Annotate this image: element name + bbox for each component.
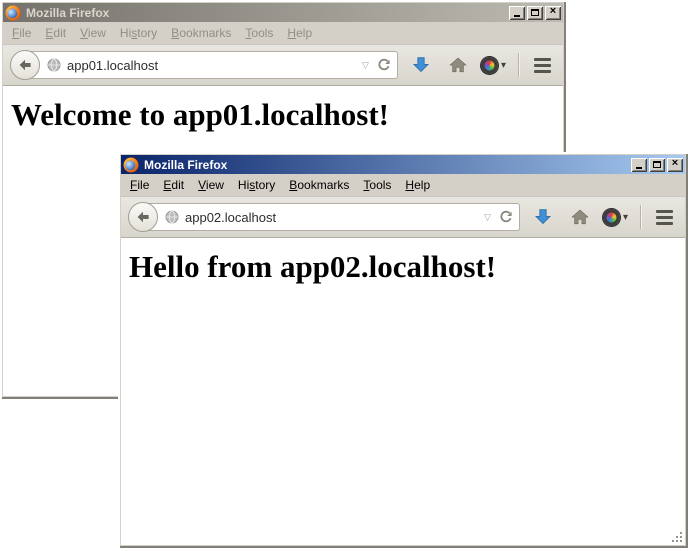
firefox-logo-icon [123,157,139,173]
resize-grip-icon [671,531,684,544]
url-input[interactable] [67,58,355,73]
back-button[interactable] [10,50,40,80]
open-menu-button[interactable] [650,203,678,231]
firefox-logo-icon [5,5,21,21]
minimize-icon [636,167,642,169]
menu-help[interactable]: Help [398,175,437,195]
window-title: Mozilla Firefox [24,6,506,20]
menu-file[interactable]: File [5,23,38,43]
url-bar[interactable]: ▽ [142,203,520,231]
open-menu-button[interactable] [528,51,556,79]
page-heading: Hello from app02.localhost! [129,249,677,285]
window-title: Mozilla Firefox [142,158,628,172]
page-heading: Welcome to app01.localhost! [11,97,555,133]
maximize-button[interactable] [527,6,543,20]
downloads-button[interactable] [529,203,557,231]
menu-help[interactable]: Help [280,23,319,43]
menu-file[interactable]: File [123,175,156,195]
download-arrow-icon [534,208,552,226]
reload-icon[interactable] [376,57,392,73]
back-arrow-icon [135,209,151,225]
globe-icon [164,209,180,225]
toolbar-separator [518,53,519,77]
navigation-toolbar: ▽ ▾ [3,44,563,86]
url-bar[interactable]: ▽ [24,51,398,79]
menu-view[interactable]: View [191,175,231,195]
addon-colorwheel-button[interactable]: ▾ [481,51,506,79]
menu-bookmarks[interactable]: Bookmarks [282,175,356,195]
resize-grip[interactable] [671,531,684,544]
menu-history[interactable]: History [231,175,282,195]
desktop: { "chrome": { "urlbar_dropdown_glyph": "… [0,0,688,551]
addon-colorwheel-button[interactable]: ▾ [603,203,628,231]
chevron-down-icon: ▾ [501,60,506,71]
home-icon [449,56,467,74]
hamburger-icon [656,210,673,225]
minimize-button[interactable] [509,6,525,20]
maximize-icon [653,161,661,168]
close-button[interactable]: × [545,6,561,20]
back-button[interactable] [128,202,158,232]
navigation-toolbar: ▽ ▾ [121,196,685,238]
menu-history[interactable]: History [113,23,164,43]
menu-edit[interactable]: Edit [38,23,73,43]
browser-window-app02: Mozilla Firefox × File Edit View History… [118,152,688,548]
urlbar-dropdown-icon[interactable]: ▽ [482,212,493,223]
hamburger-icon [534,58,551,73]
menu-bar: File Edit View History Bookmarks Tools H… [3,22,563,44]
minimize-icon [514,15,520,17]
home-icon [571,208,589,226]
maximize-button[interactable] [649,158,665,172]
colorwheel-icon [603,209,620,226]
colorwheel-icon [481,57,498,74]
titlebar[interactable]: Mozilla Firefox × [121,155,685,174]
urlbar-dropdown-icon[interactable]: ▽ [360,60,371,71]
menu-tools[interactable]: Tools [238,23,280,43]
menu-bar: File Edit View History Bookmarks Tools H… [121,174,685,196]
menu-edit[interactable]: Edit [156,175,191,195]
back-arrow-icon [17,57,33,73]
close-icon: × [550,6,556,17]
close-button[interactable]: × [667,158,683,172]
download-arrow-icon [412,56,430,74]
menu-view[interactable]: View [73,23,113,43]
url-input[interactable] [185,210,477,225]
globe-icon [46,57,62,73]
home-button[interactable] [566,203,594,231]
menu-tools[interactable]: Tools [356,175,398,195]
titlebar[interactable]: Mozilla Firefox × [3,3,563,22]
home-button[interactable] [444,51,472,79]
toolbar-separator [640,205,641,229]
page-content: Hello from app02.localhost! [121,238,685,545]
menu-bookmarks[interactable]: Bookmarks [164,23,238,43]
close-icon: × [672,158,678,169]
minimize-button[interactable] [631,158,647,172]
reload-icon[interactable] [498,209,514,225]
maximize-icon [531,9,539,16]
chevron-down-icon: ▾ [623,212,628,223]
downloads-button[interactable] [407,51,435,79]
